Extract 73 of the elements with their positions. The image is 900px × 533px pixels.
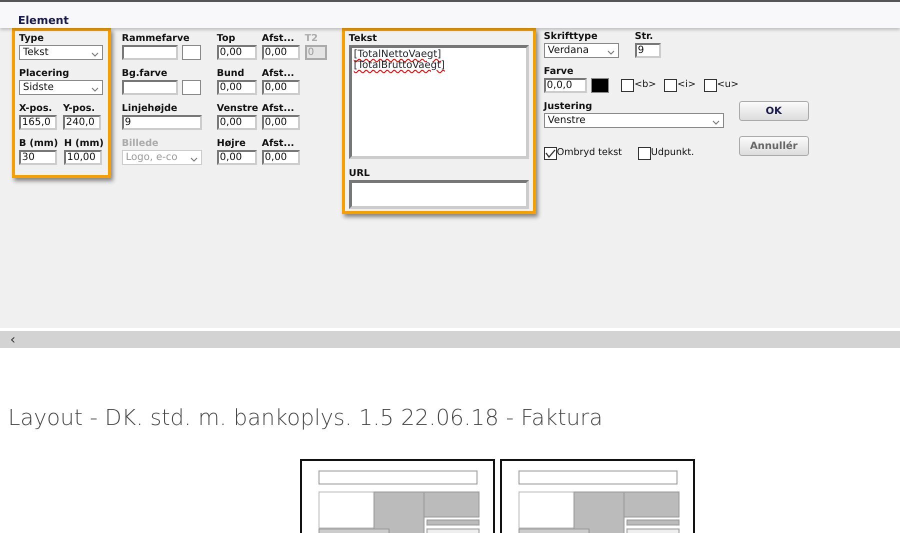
page-preview-drawing[interactable] [300, 459, 495, 533]
checkbox-label: <i> [677, 78, 696, 92]
field-label: Justering [544, 101, 594, 113]
input-field[interactable]: 0,00 [216, 115, 257, 130]
input-field[interactable]: 0,00 [262, 115, 300, 130]
field-label: T2 [304, 33, 319, 45]
field-label: Venstre [216, 103, 257, 115]
input-field[interactable]: 10,00 [64, 150, 102, 165]
field-label: Afst... [262, 68, 296, 80]
checkbox-label: <u> [716, 78, 739, 92]
checkbox[interactable] [621, 79, 634, 92]
dropdown[interactable]: Sidste [19, 80, 103, 95]
field-label: Farve [544, 66, 574, 78]
field-label: URL [348, 168, 371, 180]
input-field[interactable]: 0,00 [216, 45, 257, 60]
input-field[interactable]: 240,0 [63, 115, 101, 130]
field-label: Bg.farve [122, 68, 168, 80]
field-label: B (mm) [19, 138, 58, 150]
field-label: Rammefarve [122, 33, 191, 45]
color-swatch[interactable] [182, 45, 201, 60]
field-label: Placering [19, 68, 70, 80]
checkbox[interactable] [704, 79, 717, 92]
field-label: X-pos. [19, 103, 54, 115]
panel-title: Element [18, 14, 69, 27]
field-label: Str. [634, 31, 654, 43]
field-label: Bund [216, 68, 246, 80]
dropdown[interactable]: Venstre [544, 113, 724, 128]
url-input-field[interactable] [348, 180, 529, 209]
text-area[interactable]: [TotalNettoVaegt] [TotalBruttoVaegt] [348, 45, 529, 159]
input-field[interactable]: 0,00 [262, 80, 300, 95]
field-label: Y-pos. [63, 103, 96, 115]
cancel-button[interactable]: Annullér [738, 136, 809, 156]
input-field[interactable]: 165,0 [19, 115, 57, 130]
caret-icon [606, 50, 615, 55]
field-label: Tekst [348, 33, 378, 45]
field-label: Højre [216, 138, 247, 150]
field-label: Afst... [262, 33, 296, 45]
caret-icon [712, 120, 720, 125]
input-field[interactable]: 9 [122, 115, 202, 130]
caret-icon [91, 52, 99, 57]
input-field[interactable]: 9 [634, 43, 661, 58]
caret-icon [91, 87, 99, 92]
checkbox[interactable] [664, 79, 678, 92]
color-input-field[interactable]: 0,0,0 [544, 78, 587, 93]
field-label: Afst... [262, 103, 296, 115]
page-preview-drawing[interactable] [500, 459, 695, 533]
color-swatch[interactable] [182, 80, 201, 95]
dropdown[interactable]: Tekst [19, 45, 103, 60]
field-label: Top [216, 33, 236, 45]
input-field[interactable]: 0,00 [262, 150, 300, 165]
checkbox[interactable] [638, 146, 651, 160]
caret-icon [190, 157, 198, 162]
field-label: Type [19, 33, 45, 45]
color-swatch[interactable] [590, 78, 610, 93]
field-label: Linjehøjde [122, 103, 178, 115]
checkbox-label: <b> [634, 78, 656, 92]
input-field[interactable]: 0,00 [262, 45, 300, 60]
color-input-field[interactable] [122, 80, 178, 95]
field-label: Afst... [262, 138, 296, 150]
field-label: H (mm) [64, 138, 104, 150]
field-label: Skrifttype [544, 31, 599, 43]
dropdown[interactable]: Verdana [544, 43, 619, 58]
input-field[interactable]: 0,00 [216, 150, 257, 165]
checkbox[interactable] [544, 146, 557, 160]
checkbox-label: Udpunkt. [650, 146, 694, 160]
layout-title: Layout - DK. std. m. bankoplys. 1.5 22.06.18 - Faktura [8, 405, 604, 433]
field-label: Billede [122, 138, 160, 150]
input-field[interactable]: 0,00 [216, 80, 257, 95]
checkbox-label: Ombryd tekst [556, 146, 622, 160]
input-field[interactable]: 30 [19, 150, 57, 165]
scroll-left-arrow[interactable]: ‹ [10, 332, 16, 346]
ok-button[interactable]: OK [738, 101, 809, 121]
color-input-field[interactable] [122, 45, 178, 60]
